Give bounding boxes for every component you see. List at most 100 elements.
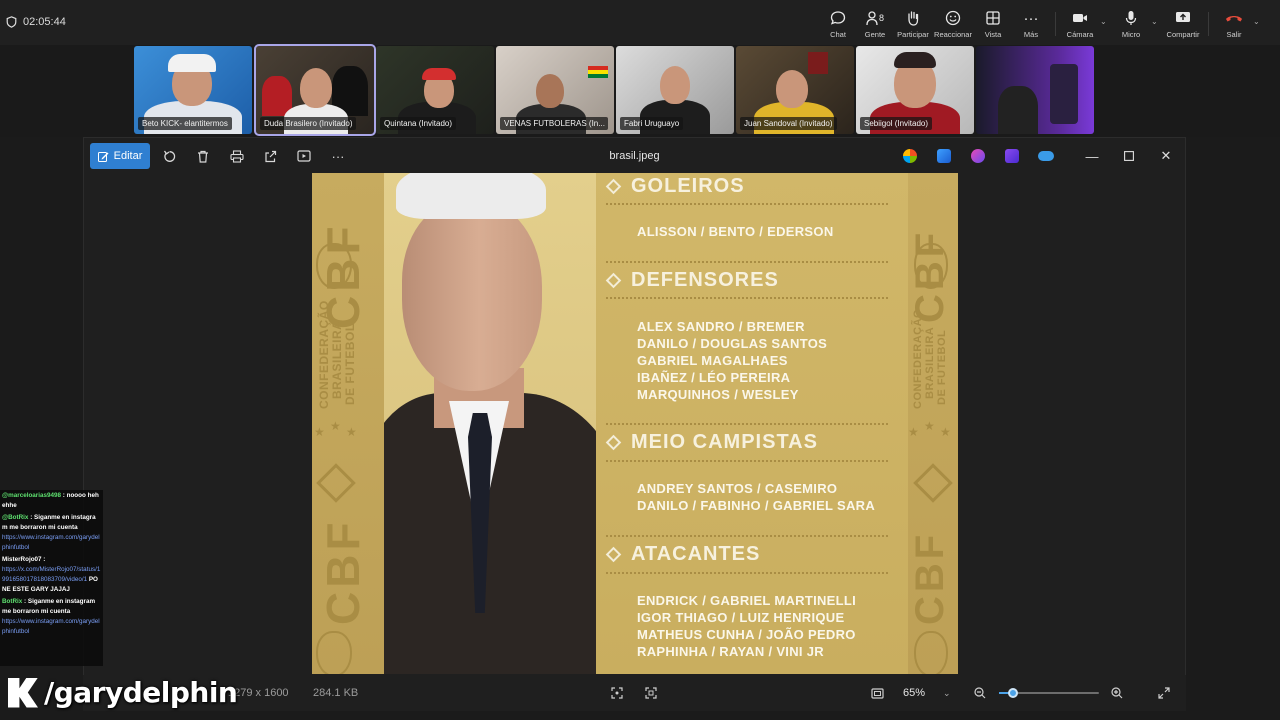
participant-video xyxy=(300,68,332,108)
people-label: Gente xyxy=(864,30,886,39)
coach-portrait xyxy=(384,173,596,674)
star-icon: ★ xyxy=(314,425,325,439)
share-label: Compartir xyxy=(1166,30,1200,39)
zoom-out-icon[interactable] xyxy=(972,685,988,701)
chat-username: BotRix xyxy=(2,598,23,605)
diamond-bullet-icon xyxy=(605,434,622,451)
clipchamp-icon[interactable] xyxy=(971,149,985,163)
participant-name: Quintana (Invitado) xyxy=(380,117,457,130)
leave-button[interactable]: Salir xyxy=(1212,9,1256,39)
player-line: IGOR THIAGO / LUIZ HENRIQUE xyxy=(637,610,845,625)
dotted-divider xyxy=(606,460,888,462)
hangup-icon xyxy=(1225,9,1243,27)
actual-size-icon[interactable] xyxy=(869,685,885,701)
participant-video xyxy=(660,66,690,104)
leave-label: Salir xyxy=(1226,30,1242,39)
file-title: brasil.jpeg xyxy=(609,150,660,162)
chat-link[interactable]: https://x.com/MisterRojo07/status/199165… xyxy=(2,566,100,583)
share-button[interactable]: Compartir xyxy=(1161,9,1205,39)
zoom-slider[interactable] xyxy=(999,688,1099,698)
category-title: GOLEIROS xyxy=(631,175,745,197)
smiley-icon xyxy=(944,9,962,27)
camera-options-chevron-icon[interactable]: ⌄ xyxy=(1100,17,1107,26)
react-label: Reaccionar xyxy=(934,30,972,39)
onedrive-icon[interactable] xyxy=(1038,151,1054,161)
crop-select-icon[interactable] xyxy=(643,685,659,701)
participant-tile[interactable]: Quintana (Invitado) xyxy=(376,46,494,134)
zoom-value: 65% xyxy=(903,687,926,699)
participant-name: Sebiigol (Invitado) xyxy=(860,117,933,130)
player-line: RAPHINHA / RAYAN / VINI JR xyxy=(637,644,824,659)
player-line: MARQUINHOS / WESLEY xyxy=(637,387,799,402)
cbf-vertical-text: CBF xyxy=(317,518,369,625)
zoom-dropdown[interactable]: 65% ⌄ xyxy=(898,682,958,704)
stream-chat-overlay: @marceloarias9498 : noooo hehehhe @BotRi… xyxy=(0,490,103,666)
dotted-divider xyxy=(606,535,888,537)
diamond-bullet-icon xyxy=(605,178,622,195)
diamond-bullet-icon xyxy=(605,546,622,563)
kick-logo-icon xyxy=(8,677,38,708)
player-line: ALISSON / BENTO / EDERSON xyxy=(637,224,834,239)
timer-text: 02:05:44 xyxy=(23,16,66,28)
participant-name: Duda Brasilero (Invitado) xyxy=(260,117,357,130)
copilot-icon[interactable] xyxy=(903,149,917,163)
mic-options-chevron-icon[interactable]: ⌄ xyxy=(1151,17,1158,26)
close-icon[interactable]: ✕ xyxy=(1156,147,1176,165)
zoom-slider-thumb[interactable] xyxy=(1008,688,1018,698)
camera-button[interactable]: Cámara xyxy=(1058,9,1102,39)
more-button[interactable]: ··· Más xyxy=(1009,9,1053,40)
mic-label: Micro xyxy=(1121,30,1141,39)
portrait-face xyxy=(402,201,542,391)
federation-text: DE FUTEBOL xyxy=(343,323,357,405)
category-title: DEFENSORES xyxy=(631,269,779,291)
designer-icon[interactable] xyxy=(937,149,951,163)
chat-username: @marceloarias9498 xyxy=(2,492,62,499)
fit-icon[interactable] xyxy=(609,685,625,701)
mic-button[interactable]: Micro xyxy=(1109,9,1153,39)
player-line: DANILO / DOUGLAS SANTOS xyxy=(637,336,828,351)
shield-icon xyxy=(6,16,17,28)
participant-tile[interactable]: Juan Sandoval (Invitado) xyxy=(736,46,854,134)
toolbar-divider xyxy=(1208,12,1209,36)
category-heading: GOLEIROS xyxy=(605,175,745,198)
player-line: IBAÑEZ / LÉO PEREIRA xyxy=(637,370,791,385)
raise-hand-button[interactable]: Participar xyxy=(891,9,935,39)
chat-link[interactable]: https://www.instagram.com/garydelphinfut… xyxy=(2,534,100,551)
leave-options-chevron-icon[interactable]: ⌄ xyxy=(1253,17,1260,26)
create-icon[interactable] xyxy=(1005,149,1019,163)
fullscreen-icon[interactable] xyxy=(1156,685,1172,701)
viewer-toolbar: Editar ··· brasil.jpeg — ✕ xyxy=(84,138,1185,174)
participant-video xyxy=(168,54,216,72)
participant-video xyxy=(808,52,828,74)
participant-tile[interactable]: VENAS FUTBOLERAS (In... xyxy=(496,46,614,134)
participant-tile[interactable] xyxy=(976,46,1094,134)
diamond-bullet-icon xyxy=(605,272,622,289)
bate-no-peito-badge xyxy=(914,243,948,289)
chat-link[interactable]: https://www.instagram.com/garydelphinfut… xyxy=(2,618,100,635)
chat-icon xyxy=(829,9,847,27)
left-cbf-strip: CBF CBF CONFEDERAÇÃO BRASILEIRA DE FUTEB… xyxy=(312,173,384,674)
minimize-icon[interactable]: — xyxy=(1082,147,1102,165)
camera-icon xyxy=(1071,9,1089,27)
more-label: Más xyxy=(1023,30,1039,39)
zoom-in-icon[interactable] xyxy=(1109,685,1125,701)
participant-tile[interactable]: Duda Brasilero (Invitado) xyxy=(254,44,376,136)
player-line: MATHEUS CUNHA / JOÃO PEDRO xyxy=(637,627,856,642)
participant-video xyxy=(894,52,936,68)
participant-tile[interactable]: Sebiigol (Invitado) xyxy=(856,46,974,134)
people-icon: 8 xyxy=(866,9,884,27)
participant-name: Juan Sandoval (Invitado) xyxy=(740,117,837,130)
dotted-divider xyxy=(606,423,888,425)
raise-label: Participar xyxy=(897,30,929,39)
participant-tile[interactable]: Fabri Uruguayo xyxy=(616,46,734,134)
react-button[interactable]: Reaccionar xyxy=(931,9,975,39)
participant-tile[interactable]: Beto KICK- elantitermos xyxy=(134,46,252,134)
hand-icon xyxy=(904,9,922,27)
diamond-emblem xyxy=(913,463,953,503)
player-line: ALEX SANDRO / BREMER xyxy=(637,319,805,334)
squad-image: CBF CBF CONFEDERAÇÃO BRASILEIRA DE FUTEB… xyxy=(312,173,958,674)
bate-no-peito-badge xyxy=(316,243,352,289)
viewer-status-bar: 1279 x 1600 284.1 KB 65% ⌄ xyxy=(83,675,1186,711)
player-line: GABRIEL MAGALHAES xyxy=(637,353,788,368)
maximize-icon[interactable] xyxy=(1119,147,1139,165)
